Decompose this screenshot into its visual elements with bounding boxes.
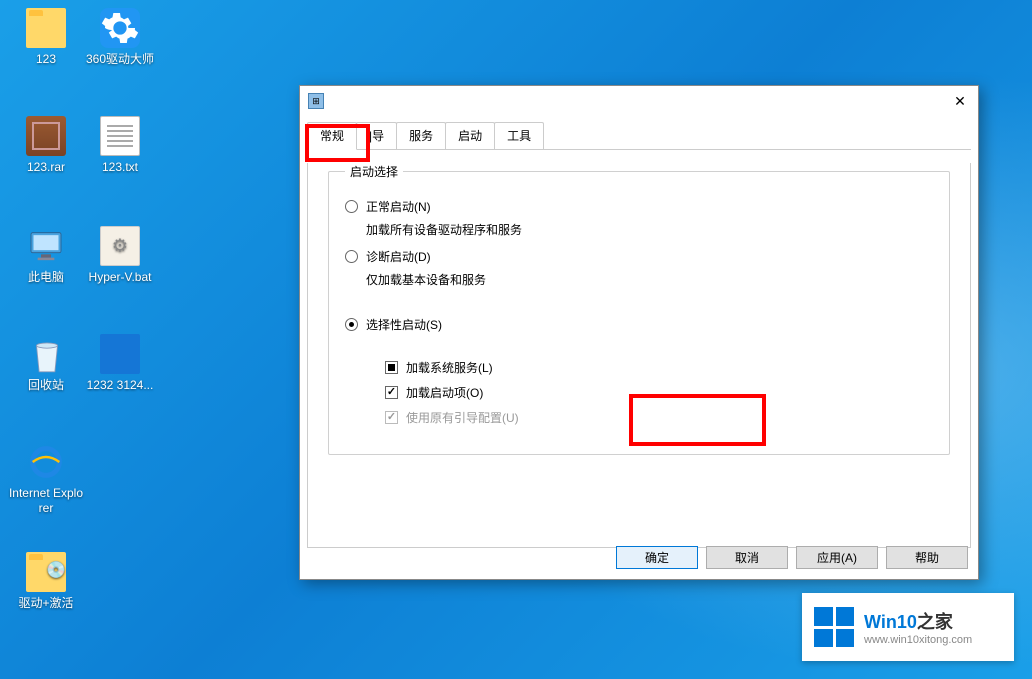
msconfig-icon: ⊞ — [308, 93, 324, 109]
checkbox-load-startup[interactable]: 加载启动项(O) — [385, 384, 933, 401]
checkbox-label: 使用原有引导配置(U) — [406, 409, 519, 426]
rar-123[interactable]: 123.rar — [8, 116, 84, 175]
folder-123-label: 123 — [8, 52, 84, 67]
dialog-button-row: 确定 取消 应用(A) 帮助 — [616, 546, 968, 569]
app-360-driver-icon — [100, 8, 140, 48]
radio-selective-startup[interactable]: 选择性启动(S) — [345, 316, 933, 333]
ie-icon — [26, 442, 66, 482]
radio-label: 诊断启动(D) — [366, 248, 431, 265]
bat-hyperv-icon — [100, 226, 140, 266]
this-pc[interactable]: 此电脑 — [8, 226, 84, 285]
txt-123-icon — [100, 116, 140, 156]
cancel-button[interactable]: 取消 — [706, 546, 788, 569]
txt-123-label: 123.txt — [82, 160, 158, 175]
recycle-bin-icon — [26, 334, 66, 374]
video-1232-icon — [100, 334, 140, 374]
bat-hyperv[interactable]: Hyper-V.bat — [82, 226, 158, 285]
tab-services[interactable]: 服务 — [396, 122, 446, 150]
radio-diagnostic-startup[interactable]: 诊断启动(D) — [345, 248, 933, 265]
txt-123[interactable]: 123.txt — [82, 116, 158, 175]
folder-driver-activate-icon — [26, 552, 66, 592]
recycle-bin[interactable]: 回收站 — [8, 334, 84, 393]
checkbox-original-boot: 使用原有引导配置(U) — [385, 409, 933, 426]
startup-selection-group: 启动选择 正常启动(N) 加载所有设备驱动程序和服务 诊断启动(D) 仅加载基本… — [328, 163, 950, 455]
close-icon[interactable] — [950, 92, 970, 110]
radio-icon — [345, 318, 358, 331]
radio-label: 选择性启动(S) — [366, 316, 442, 333]
this-pc-label: 此电脑 — [8, 270, 84, 285]
apply-button[interactable]: 应用(A) — [796, 546, 878, 569]
folder-123[interactable]: 123 — [8, 8, 84, 67]
window-titlebar[interactable]: ⊞ — [300, 86, 978, 116]
tab-startup[interactable]: 启动 — [445, 122, 495, 150]
app-360-driver-label: 360驱动大师 — [82, 52, 158, 67]
rar-123-label: 123.rar — [8, 160, 84, 175]
video-1232-label: 1232 3124... — [82, 378, 158, 393]
radio-normal-startup[interactable]: 正常启动(N) — [345, 198, 933, 215]
tab-tools[interactable]: 工具 — [494, 122, 544, 150]
startup-selection-legend: 启动选择 — [345, 163, 403, 180]
ok-button[interactable]: 确定 — [616, 546, 698, 569]
windows-logo-icon — [814, 607, 854, 647]
ie-label: Internet Explorer — [8, 486, 84, 516]
checkbox-label: 加载系统服务(L) — [406, 359, 493, 376]
tab-panel-general: 启动选择 正常启动(N) 加载所有设备驱动程序和服务 诊断启动(D) 仅加载基本… — [307, 163, 971, 548]
tab-boot[interactable]: |导 — [356, 122, 397, 150]
checkbox-label: 加载启动项(O) — [406, 384, 483, 401]
folder-driver-activate-label: 驱动+激活 — [8, 596, 84, 611]
radio-icon — [345, 200, 358, 213]
tab-general[interactable]: 常规 — [307, 122, 357, 150]
watermark-badge: Win10之家 www.win10xitong.com — [802, 593, 1014, 661]
video-1232[interactable]: 1232 3124... — [82, 334, 158, 393]
this-pc-icon — [26, 226, 66, 266]
bat-hyperv-label: Hyper-V.bat — [82, 270, 158, 285]
watermark-title: Win10之家 — [864, 608, 972, 634]
radio-icon — [345, 250, 358, 263]
checkbox-load-services[interactable]: 加载系统服务(L) — [385, 359, 933, 376]
app-360-driver[interactable]: 360驱动大师 — [82, 8, 158, 67]
recycle-bin-label: 回收站 — [8, 378, 84, 393]
folder-driver-activate[interactable]: 驱动+激活 — [8, 552, 84, 611]
diagnostic-startup-description: 仅加载基本设备和服务 — [366, 271, 933, 288]
radio-label: 正常启动(N) — [366, 198, 431, 215]
folder-123-icon — [26, 8, 66, 48]
checkbox-icon — [385, 386, 398, 399]
checkbox-icon — [385, 361, 398, 374]
checkbox-icon — [385, 411, 398, 424]
tab-strip: 常规 |导 服务 启动 工具 — [300, 122, 978, 150]
normal-startup-description: 加载所有设备驱动程序和服务 — [366, 221, 933, 238]
msconfig-window: ⊞ 常规 |导 服务 启动 工具 启动选择 正常启动(N) 加载所有设备驱动程序… — [299, 85, 979, 580]
rar-123-icon — [26, 116, 66, 156]
watermark-url: www.win10xitong.com — [864, 634, 972, 646]
help-button[interactable]: 帮助 — [886, 546, 968, 569]
ie[interactable]: Internet Explorer — [8, 442, 84, 516]
